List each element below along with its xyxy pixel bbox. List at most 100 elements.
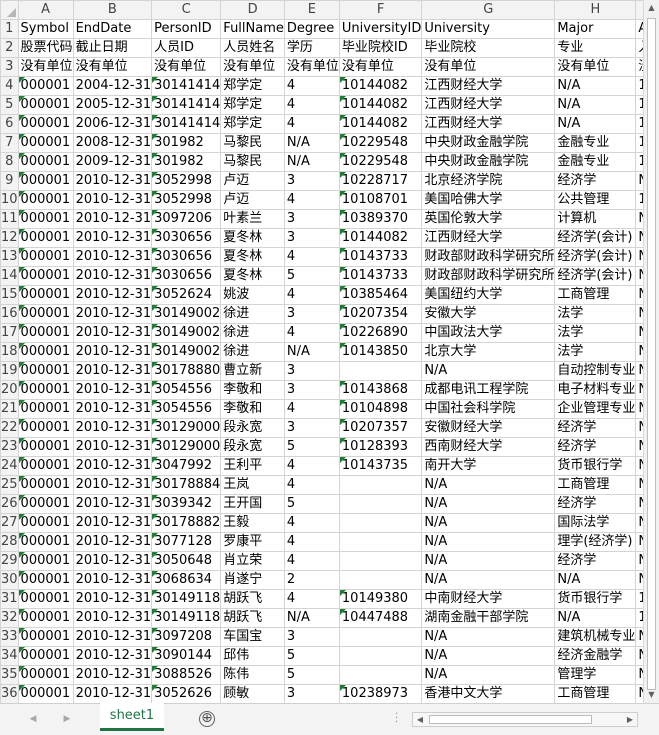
horizontal-scrollbar[interactable]: ◀ ▶ [412, 712, 638, 727]
cell-d[interactable]: 胡跃飞 [220, 608, 285, 628]
scroll-left-arrow-icon[interactable]: ◀ [413, 713, 427, 726]
cell-e[interactable]: N/A [283, 152, 340, 172]
cell-g[interactable]: 西南财经大学 [421, 437, 556, 457]
cell-a[interactable]: 000001 [17, 418, 74, 438]
cell-h[interactable]: 经济学(会计) [554, 247, 637, 267]
cell-h[interactable]: 工商管理 [554, 285, 637, 305]
cell-f[interactable]: 没有单位 [338, 57, 423, 77]
cell-d[interactable]: 马黎民 [220, 133, 285, 153]
cell-c[interactable]: 301982 [151, 133, 222, 153]
cell-b[interactable]: 2009-12-31 [72, 152, 153, 172]
cell-g[interactable]: 没有单位 [421, 57, 556, 77]
cell-e[interactable]: 3 [283, 228, 340, 248]
cell-i[interactable]: 1988 [635, 76, 643, 96]
cell-d[interactable]: 邱伟 [220, 646, 285, 666]
column-header-c[interactable]: C [151, 0, 222, 20]
cell-h[interactable]: 自动控制专业 [554, 361, 637, 381]
cell-c[interactable]: 30149118 [151, 589, 222, 609]
row-header[interactable]: 7 [0, 133, 19, 153]
cell-i[interactable]: 1988 [635, 114, 643, 134]
cell-e[interactable]: 3 [283, 361, 340, 381]
cell-g[interactable]: N/A [421, 551, 556, 571]
cell-d[interactable]: 李敬和 [220, 380, 285, 400]
cell-b[interactable]: 截止日期 [72, 38, 153, 58]
cell-e[interactable]: N/A [283, 342, 340, 362]
cell-c[interactable]: 30178880 [151, 361, 222, 381]
cell-e[interactable]: 4 [283, 247, 340, 267]
cell-i[interactable]: N/A [635, 475, 643, 495]
cell-a[interactable]: 000001 [17, 95, 74, 115]
row-header[interactable]: 24 [0, 456, 19, 476]
tab-split-handle-icon[interactable]: · · · [395, 710, 399, 728]
prev-sheet-arrow-icon[interactable]: ◀ [26, 712, 40, 726]
cell-d[interactable]: 王岚 [220, 475, 285, 495]
cell-d[interactable]: 车国宝 [220, 627, 285, 647]
cell-i[interactable]: N/A [635, 399, 643, 419]
cell-b[interactable]: 2005-12-31 [72, 95, 153, 115]
cell-e[interactable]: 5 [283, 665, 340, 685]
cell-i[interactable]: 1990 [635, 190, 643, 210]
vertical-scrollbar[interactable]: ▲ ▼ [643, 0, 659, 703]
cell-a[interactable]: 000001 [17, 608, 74, 628]
cell-f[interactable] [338, 646, 423, 666]
row-header[interactable]: 31 [0, 589, 19, 609]
cell-a[interactable]: 000001 [17, 494, 74, 514]
cell-c[interactable]: 30149002 [151, 304, 222, 324]
cell-b[interactable]: 2010-12-31 [72, 570, 153, 590]
cell-g[interactable]: 成都电讯工程学院 [421, 380, 556, 400]
cell-e[interactable]: Degree [283, 19, 340, 39]
cell-g[interactable]: N/A [421, 494, 556, 514]
cell-c[interactable]: 30178884 [151, 475, 222, 495]
cell-g[interactable]: 英国伦敦大学 [421, 209, 556, 229]
cell-h[interactable]: 电子材料专业 [554, 380, 637, 400]
cell-a[interactable]: 000001 [17, 152, 74, 172]
cell-c[interactable]: 30149002 [151, 342, 222, 362]
cell-h[interactable]: 国际法学 [554, 513, 637, 533]
cell-i[interactable]: N/A [635, 380, 643, 400]
cell-f[interactable]: 10385464 [338, 285, 423, 305]
column-header-f[interactable]: F [338, 0, 423, 20]
cell-f[interactable]: 10143868 [338, 380, 423, 400]
cell-g[interactable]: N/A [421, 570, 556, 590]
row-header[interactable]: 8 [0, 152, 19, 172]
cell-g[interactable]: N/A [421, 361, 556, 381]
cell-c[interactable]: 人员ID [151, 38, 222, 58]
cell-g[interactable]: 湖南金融干部学院 [421, 608, 556, 628]
cell-a[interactable]: 000001 [17, 570, 74, 590]
cell-e[interactable]: 3 [283, 627, 340, 647]
cell-c[interactable]: 301982 [151, 152, 222, 172]
cell-a[interactable]: 000001 [17, 627, 74, 647]
cell-g[interactable]: N/A [421, 532, 556, 552]
cell-b[interactable]: 2010-12-31 [72, 551, 153, 571]
cell-i[interactable]: N/A [635, 304, 643, 324]
scroll-up-arrow-icon[interactable]: ▲ [644, 0, 659, 16]
cell-i[interactable]: N/A [635, 228, 643, 248]
cell-e[interactable]: 4 [283, 323, 340, 343]
cell-i[interactable]: N/A [635, 285, 643, 305]
cell-a[interactable]: 000001 [17, 228, 74, 248]
column-header-b[interactable]: B [72, 0, 153, 20]
cell-i[interactable]: N/A [635, 665, 643, 685]
cell-d[interactable]: 曹立新 [220, 361, 285, 381]
cell-d[interactable]: 姚波 [220, 285, 285, 305]
cell-h[interactable]: N/A [554, 114, 637, 134]
row-header[interactable]: 9 [0, 171, 19, 191]
row-header[interactable]: 4 [0, 76, 19, 96]
horizontal-scroll-thumb[interactable] [429, 715, 592, 724]
cell-h[interactable]: 工商管理 [554, 684, 637, 703]
cell-e[interactable]: 4 [283, 114, 340, 134]
cell-e[interactable]: 5 [283, 266, 340, 286]
cell-f[interactable]: 10228717 [338, 171, 423, 191]
cell-g[interactable]: 安徽财经大学 [421, 418, 556, 438]
cell-e[interactable]: 3 [283, 380, 340, 400]
cell-f[interactable] [338, 475, 423, 495]
cell-d[interactable]: 顾敏 [220, 684, 285, 703]
cell-a[interactable]: 000001 [17, 266, 74, 286]
cell-d[interactable]: 王开国 [220, 494, 285, 514]
cell-d[interactable]: 段永宽 [220, 437, 285, 457]
cell-d[interactable]: 肖遂宁 [220, 570, 285, 590]
row-header[interactable]: 16 [0, 304, 19, 324]
cell-c[interactable]: 30141414 [151, 114, 222, 134]
cell-f[interactable]: 10144082 [338, 95, 423, 115]
cell-g[interactable]: 香港中文大学 [421, 684, 556, 703]
